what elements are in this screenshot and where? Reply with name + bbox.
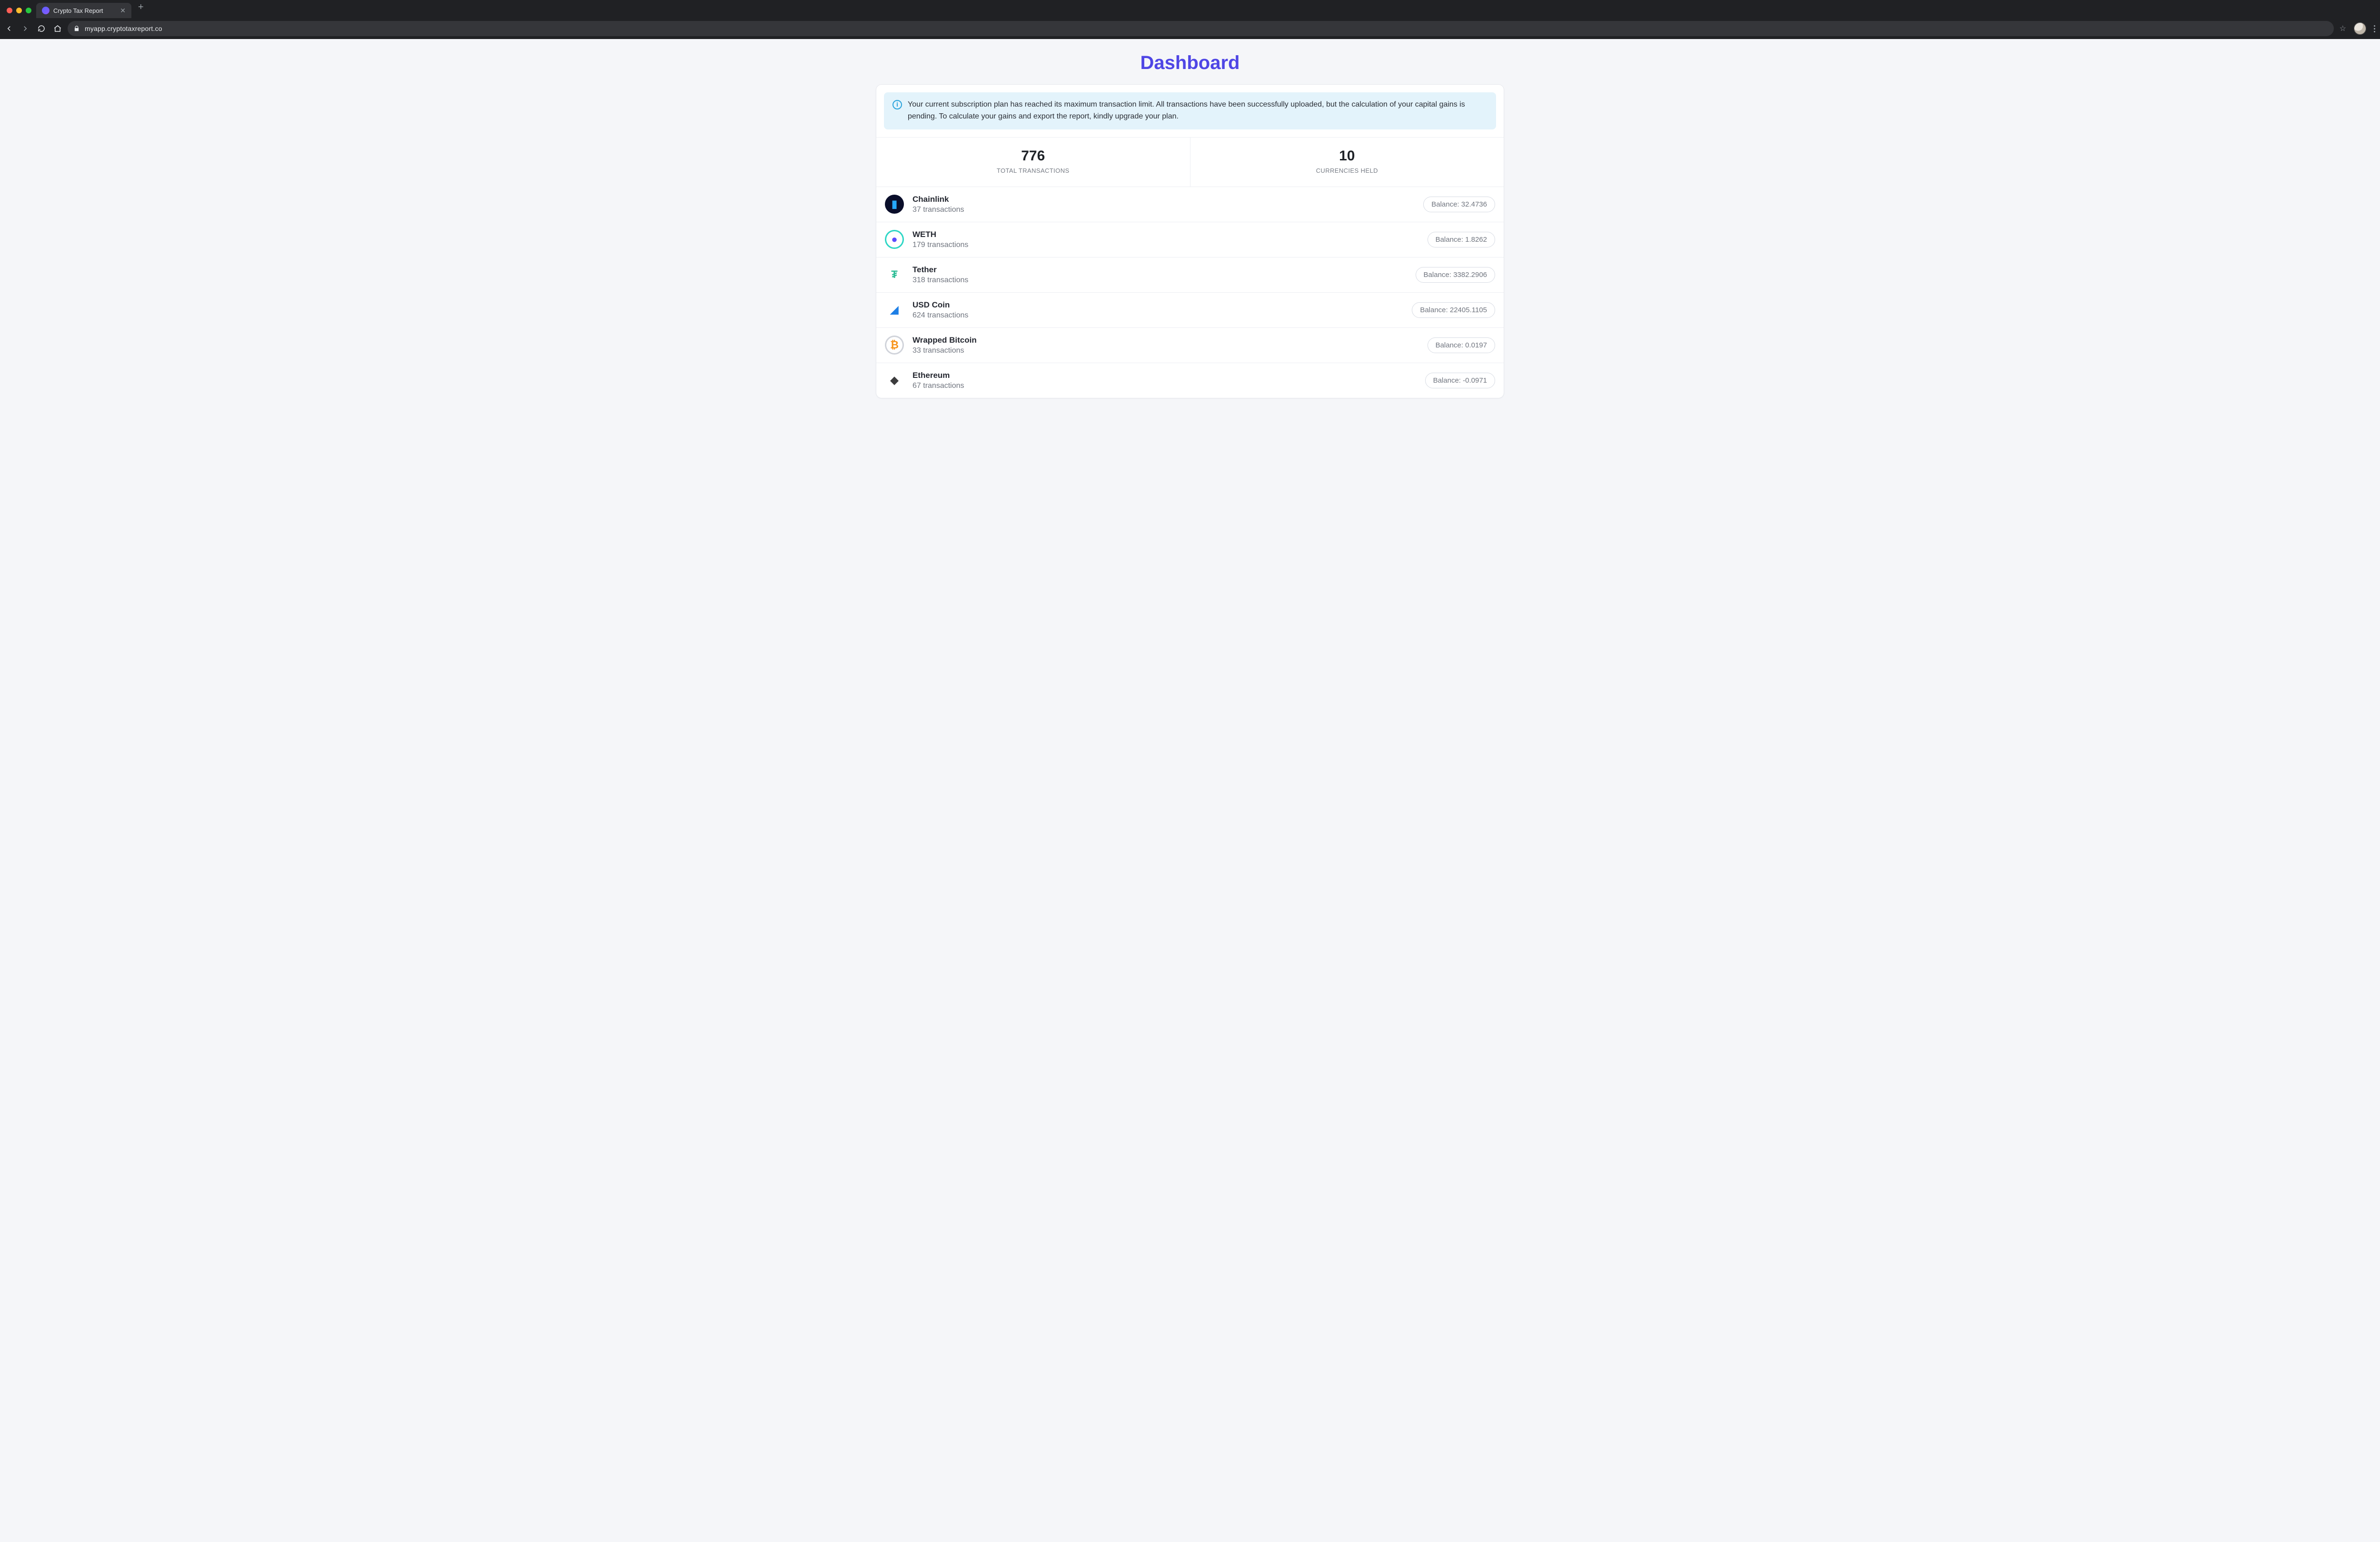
coin-transactions: 624 transactions — [912, 311, 1403, 320]
lock-icon — [73, 25, 80, 32]
currency-row[interactable]: ◢ USD Coin 624 transactions Balance: 224… — [876, 292, 1504, 327]
stat-total-transactions: 776 TOTAL TRANSACTIONS — [876, 138, 1190, 187]
balance-pill: Balance: -0.0971 — [1425, 373, 1495, 388]
window-controls — [4, 8, 36, 18]
tab-bar: Crypto Tax Report ✕ + — [0, 0, 2380, 18]
coin-transactions: 179 transactions — [912, 241, 1419, 249]
balance-pill: Balance: 32.4736 — [1423, 197, 1495, 212]
back-button[interactable] — [5, 24, 13, 33]
coin-transactions: 33 transactions — [912, 346, 1419, 355]
window-maximize-dot[interactable] — [26, 8, 31, 13]
stat-currencies-held: 10 CURRENCIES HELD — [1190, 138, 1504, 187]
currency-list: ▮ Chainlink 37 transactions Balance: 32.… — [876, 187, 1504, 398]
stats-row: 776 TOTAL TRANSACTIONS 10 CURRENCIES HEL… — [876, 137, 1504, 187]
stat-value: 10 — [1195, 148, 1499, 164]
info-icon: i — [892, 100, 902, 109]
stat-label: CURRENCIES HELD — [1195, 167, 1499, 174]
browser-menu-icon[interactable] — [2374, 25, 2375, 32]
balance-pill: Balance: 1.8262 — [1428, 232, 1495, 247]
tab-title: Crypto Tax Report — [53, 7, 103, 14]
stat-value: 776 — [881, 148, 1185, 164]
balance-pill: Balance: 3382.2906 — [1416, 267, 1495, 283]
currency-row[interactable]: ₮ Tether 318 transactions Balance: 3382.… — [876, 257, 1504, 292]
coin-transactions: 318 transactions — [912, 276, 1407, 285]
currency-row[interactable]: ◆ Ethereum 67 transactions Balance: -0.0… — [876, 363, 1504, 398]
tab-close-icon[interactable]: ✕ — [120, 7, 126, 14]
profile-avatar[interactable] — [2354, 22, 2366, 35]
coin-name: Ethereum — [912, 371, 1417, 380]
coin-transactions: 67 transactions — [912, 382, 1417, 390]
coin-icon: ▮ — [885, 195, 904, 214]
coin-icon: ◆ — [885, 371, 904, 390]
browser-tab[interactable]: Crypto Tax Report ✕ — [36, 3, 131, 18]
currency-row[interactable]: ● WETH 179 transactions Balance: 1.8262 — [876, 222, 1504, 257]
new-tab-button[interactable]: + — [131, 2, 150, 17]
reload-button[interactable] — [37, 24, 46, 33]
coin-icon: ₿ — [885, 336, 904, 355]
browser-chrome: Crypto Tax Report ✕ + myapp.cryptota — [0, 0, 2380, 39]
window-close-dot[interactable] — [7, 8, 12, 13]
window-minimize-dot[interactable] — [16, 8, 22, 13]
coin-name: Tether — [912, 265, 1407, 275]
forward-button[interactable] — [21, 24, 30, 33]
coin-name: Wrapped Bitcoin — [912, 336, 1419, 345]
address-bar[interactable]: myapp.cryptotaxreport.co — [68, 21, 2334, 36]
alert-message: Your current subscription plan has reach… — [908, 99, 1488, 123]
coin-name: Chainlink — [912, 195, 1415, 204]
currency-row[interactable]: ▮ Chainlink 37 transactions Balance: 32.… — [876, 187, 1504, 222]
coin-icon: ₮ — [885, 265, 904, 284]
url-text: myapp.cryptotaxreport.co — [85, 25, 162, 32]
bookmark-star-icon[interactable]: ☆ — [2340, 24, 2346, 33]
balance-pill: Balance: 0.0197 — [1428, 337, 1495, 353]
stat-label: TOTAL TRANSACTIONS — [881, 167, 1185, 174]
coin-name: WETH — [912, 230, 1419, 239]
upgrade-alert: i Your current subscription plan has rea… — [884, 92, 1496, 129]
coin-icon: ◢ — [885, 300, 904, 319]
balance-pill: Balance: 22405.1105 — [1412, 302, 1495, 318]
tab-favicon — [42, 7, 50, 14]
home-button[interactable] — [53, 24, 62, 33]
page-title: Dashboard — [0, 39, 2380, 84]
toolbar: myapp.cryptotaxreport.co ☆ — [0, 18, 2380, 39]
coin-icon: ● — [885, 230, 904, 249]
coin-name: USD Coin — [912, 300, 1403, 310]
page: Dashboard i Your current subscription pl… — [0, 39, 2380, 398]
dashboard-card: i Your current subscription plan has rea… — [876, 84, 1504, 398]
coin-transactions: 37 transactions — [912, 206, 1415, 214]
currency-row[interactable]: ₿ Wrapped Bitcoin 33 transactions Balanc… — [876, 327, 1504, 363]
